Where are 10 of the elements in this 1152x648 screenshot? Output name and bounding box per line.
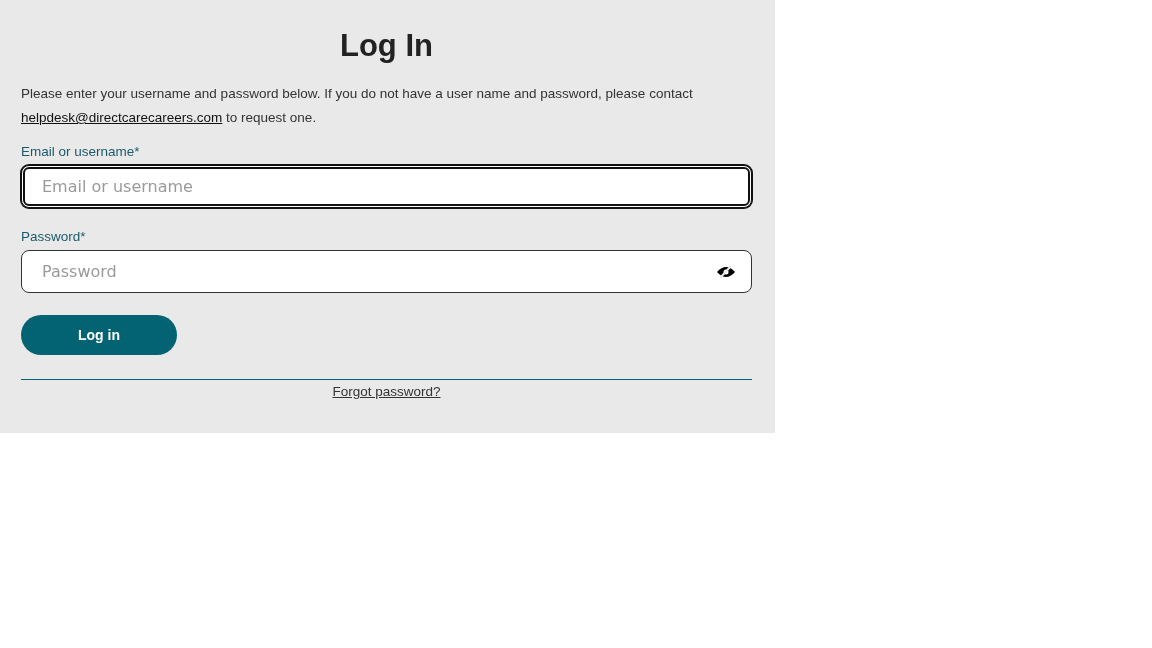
input-field[interactable]: Email or username [21, 165, 752, 208]
intro-text: Please enter your username and password below. If you do not have a user name and password, please contact helpdesk@directcarecareers.com to request one. [21, 85, 694, 127]
field-label: Password* [21, 228, 87, 246]
eye-slash-icon[interactable] [716, 265, 736, 279]
page-title: Log In [340, 27, 433, 65]
email-link[interactable]: helpdesk@directcarecareers.com [21, 110, 223, 125]
field-label: Email or username* [21, 143, 141, 161]
input-field[interactable]: Password [21, 250, 752, 293]
login-button[interactable]: Log in [21, 315, 177, 355]
forgot-password-link[interactable]: Forgot password? [332, 384, 441, 399]
